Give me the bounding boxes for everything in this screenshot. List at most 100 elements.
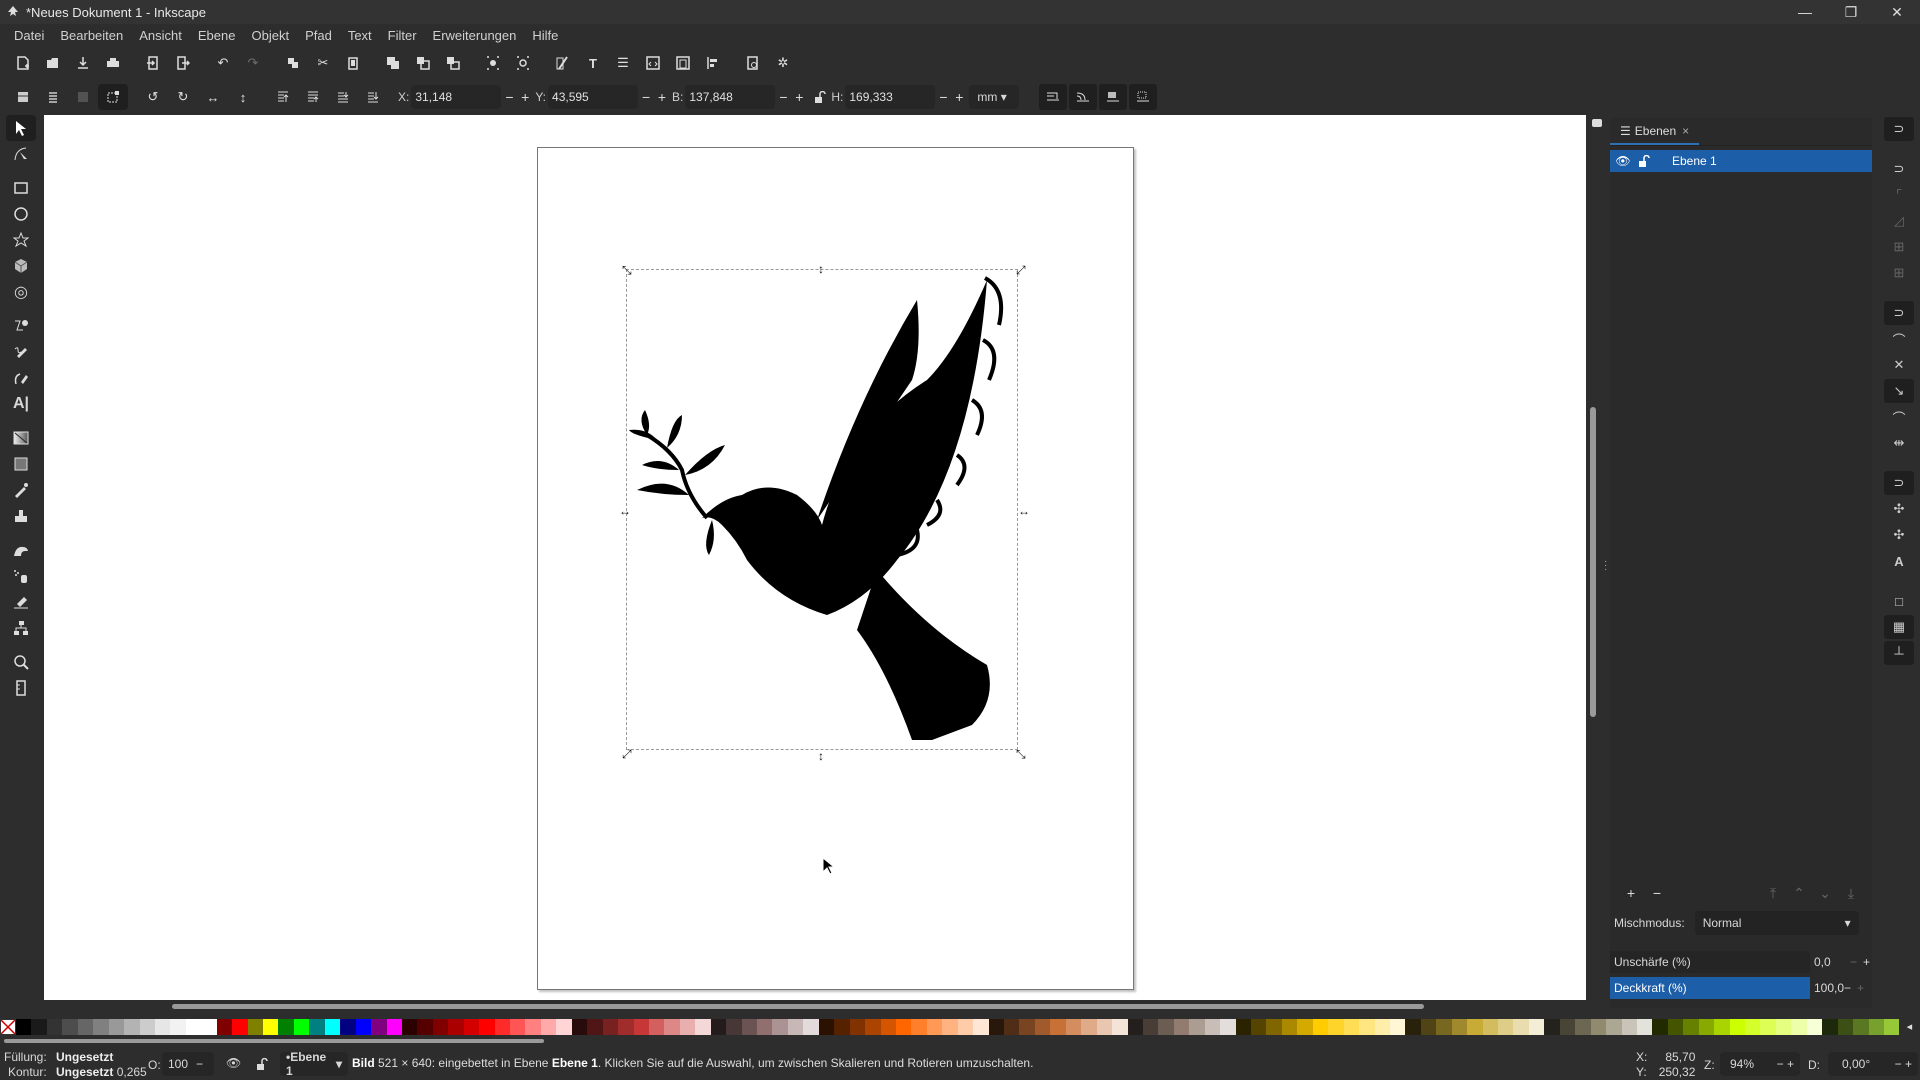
color-swatch[interactable] (216, 1019, 233, 1035)
gradient-tool[interactable] (6, 425, 36, 451)
snap-bbox-midpoint[interactable]: ⊞ (1884, 235, 1914, 259)
menu-ansicht[interactable]: Ansicht (131, 28, 190, 43)
color-swatch[interactable] (757, 1019, 773, 1035)
x-increment[interactable]: + (521, 89, 529, 105)
color-swatch[interactable] (46, 1019, 63, 1035)
zoom-value[interactable]: 94% (1730, 1057, 1754, 1071)
snap-bbox-edge[interactable]: ⌜ (1884, 183, 1914, 207)
box-3d-tool[interactable] (6, 253, 36, 279)
color-swatch[interactable] (1328, 1019, 1344, 1035)
color-swatch[interactable] (1883, 1019, 1900, 1035)
print-button[interactable] (98, 50, 128, 76)
snap-paths[interactable]: ⌒ (1884, 327, 1914, 351)
rotation-spinner[interactable]: 0,00° − + (1828, 1052, 1918, 1076)
blur-value[interactable]: 0,0 (1810, 955, 1844, 969)
color-swatch[interactable] (1297, 1019, 1313, 1035)
connector-tool[interactable] (6, 615, 36, 641)
transform-gradients-button[interactable] (1099, 84, 1128, 110)
blur-decrement[interactable]: − (1850, 955, 1857, 969)
color-swatch[interactable] (1189, 1019, 1205, 1035)
opacity-decrement[interactable]: − (196, 1057, 203, 1071)
paste-button[interactable] (338, 50, 368, 76)
tweak-tool[interactable] (6, 537, 36, 563)
color-swatch[interactable] (1868, 1019, 1884, 1035)
canvas[interactable]: ⤡ ↕ ⤢ ↔ ↔ ⤢ ↕ ⤡ (44, 115, 1586, 1000)
color-swatch[interactable] (1142, 1019, 1159, 1035)
color-swatch[interactable] (525, 1019, 541, 1035)
color-swatch[interactable] (1698, 1019, 1715, 1035)
color-swatch[interactable] (1436, 1019, 1452, 1035)
remove-layer-icon[interactable]: − (1644, 885, 1670, 901)
color-swatch[interactable] (170, 1019, 186, 1035)
color-swatch[interactable] (62, 1019, 78, 1035)
panel-resize-grip[interactable]: · · · (1604, 557, 1607, 575)
color-swatch[interactable] (1559, 1019, 1576, 1035)
select-all-button[interactable] (8, 84, 38, 110)
color-swatch[interactable] (1173, 1019, 1190, 1035)
color-swatch[interactable] (1498, 1019, 1514, 1035)
color-swatch[interactable] (278, 1019, 294, 1035)
color-swatch[interactable] (602, 1019, 619, 1035)
cut-button[interactable]: ✂ (308, 50, 338, 76)
color-swatch[interactable] (1389, 1019, 1406, 1035)
spiral-tool[interactable]: ◎ (6, 279, 36, 305)
color-swatch[interactable] (232, 1019, 248, 1035)
y-increment[interactable]: + (658, 89, 666, 105)
color-swatch[interactable] (401, 1019, 418, 1035)
color-swatch[interactable] (309, 1019, 325, 1035)
scale-handle-ne[interactable]: ⤢ (1016, 264, 1026, 276)
color-swatch[interactable] (1621, 1019, 1637, 1035)
minimize-button[interactable]: — (1782, 0, 1828, 24)
color-swatch[interactable] (865, 1019, 881, 1035)
flip-vertical-button[interactable]: ↕ (228, 84, 258, 110)
color-swatch[interactable] (1806, 1019, 1823, 1035)
color-swatch[interactable] (911, 1019, 927, 1035)
vertical-scrollbar[interactable]: · · · (1588, 115, 1608, 1005)
text-font-button[interactable]: T (578, 50, 608, 76)
color-swatch[interactable] (1729, 1019, 1745, 1035)
palette-scroll-thumb[interactable] (4, 1039, 544, 1043)
width-increment[interactable]: + (795, 89, 803, 105)
layers-button[interactable]: ☰ (608, 50, 638, 76)
scale-handle-se[interactable]: ⤡ (1016, 748, 1026, 760)
color-swatch[interactable] (787, 1019, 804, 1035)
close-button[interactable]: ✕ (1874, 0, 1920, 24)
color-swatch[interactable] (1034, 1019, 1051, 1035)
color-swatch[interactable] (1359, 1019, 1375, 1035)
menu-pfad[interactable]: Pfad (297, 28, 340, 43)
color-swatch[interactable] (1374, 1019, 1390, 1035)
flip-horizontal-button[interactable]: ↔ (198, 84, 228, 110)
height-decrement[interactable]: − (939, 89, 947, 105)
scale-stroke-button[interactable] (1039, 84, 1068, 110)
color-swatch[interactable] (1837, 1019, 1854, 1035)
color-swatch[interactable] (1204, 1019, 1221, 1035)
tab-ebenen[interactable]: ☰ Ebenen × (1610, 119, 1700, 145)
color-swatch[interactable] (1281, 1019, 1298, 1035)
color-swatch[interactable] (1745, 1019, 1761, 1035)
menu-ebene[interactable]: Ebene (190, 28, 244, 43)
bezier-tool[interactable] (6, 313, 36, 339)
raise-to-top-button[interactable] (268, 84, 298, 110)
node-tool[interactable] (6, 141, 36, 167)
color-swatch[interactable] (1652, 1019, 1668, 1035)
color-swatch[interactable] (1822, 1019, 1838, 1035)
snap-toggle[interactable]: ⊃ (1884, 117, 1914, 141)
color-swatch[interactable] (1081, 1019, 1097, 1035)
duplicate-button[interactable] (278, 50, 308, 76)
lock-ratio-button[interactable] (809, 84, 831, 110)
width-decrement[interactable]: − (779, 89, 787, 105)
clone-button[interactable] (408, 50, 438, 76)
color-swatch[interactable] (139, 1019, 155, 1035)
color-swatch[interactable] (1112, 1019, 1128, 1035)
scale-handle-s[interactable]: ↕ (818, 750, 824, 762)
color-swatch[interactable] (124, 1019, 140, 1035)
color-swatch[interactable] (1513, 1019, 1529, 1035)
color-swatch[interactable] (1158, 1019, 1174, 1035)
color-swatch[interactable] (1096, 1019, 1113, 1035)
menu-hilfe[interactable]: Hilfe (524, 28, 566, 43)
color-swatch[interactable] (1775, 1019, 1792, 1035)
color-swatch[interactable] (185, 1019, 202, 1035)
snap-page-border[interactable]: □ (1884, 589, 1914, 613)
blur-slider[interactable]: Unschärfe (%) (1610, 951, 1810, 973)
snap-text-baseline[interactable]: A (1884, 549, 1914, 573)
